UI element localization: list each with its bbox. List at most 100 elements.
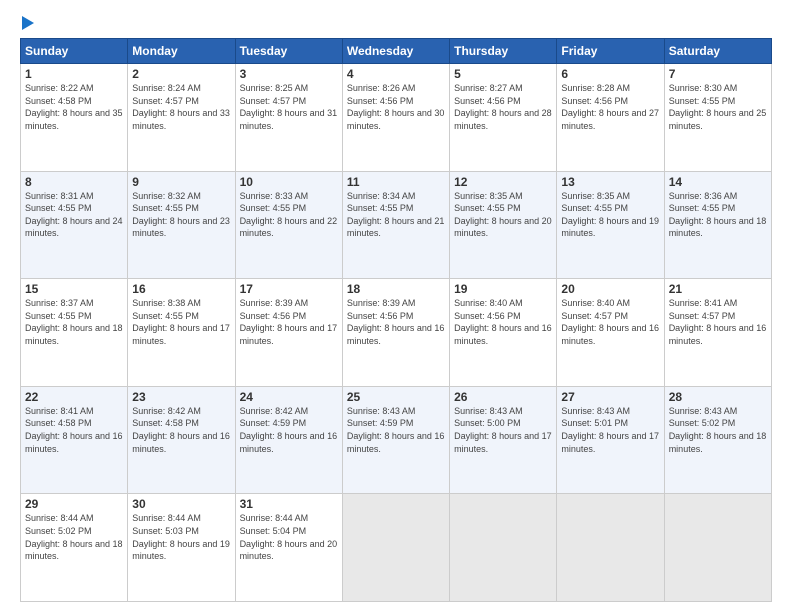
week-row-5: 29Sunrise: 8:44 AMSunset: 5:02 PMDayligh… [21, 494, 772, 602]
calendar-cell: 22Sunrise: 8:41 AMSunset: 4:58 PMDayligh… [21, 386, 128, 494]
calendar-cell [450, 494, 557, 602]
calendar-cell: 8Sunrise: 8:31 AMSunset: 4:55 PMDaylight… [21, 171, 128, 279]
weekday-header-sunday: Sunday [21, 39, 128, 64]
day-number: 2 [132, 67, 230, 81]
day-info: Sunrise: 8:42 AMSunset: 4:59 PMDaylight:… [240, 405, 338, 455]
weekday-header-friday: Friday [557, 39, 664, 64]
calendar-cell: 27Sunrise: 8:43 AMSunset: 5:01 PMDayligh… [557, 386, 664, 494]
day-info: Sunrise: 8:26 AMSunset: 4:56 PMDaylight:… [347, 82, 445, 132]
day-number: 22 [25, 390, 123, 404]
weekday-header-saturday: Saturday [664, 39, 771, 64]
calendar-cell: 28Sunrise: 8:43 AMSunset: 5:02 PMDayligh… [664, 386, 771, 494]
day-number: 15 [25, 282, 123, 296]
calendar-cell: 29Sunrise: 8:44 AMSunset: 5:02 PMDayligh… [21, 494, 128, 602]
calendar-cell: 25Sunrise: 8:43 AMSunset: 4:59 PMDayligh… [342, 386, 449, 494]
day-number: 1 [25, 67, 123, 81]
day-info: Sunrise: 8:42 AMSunset: 4:58 PMDaylight:… [132, 405, 230, 455]
day-info: Sunrise: 8:41 AMSunset: 4:57 PMDaylight:… [669, 297, 767, 347]
calendar-cell [557, 494, 664, 602]
day-number: 21 [669, 282, 767, 296]
calendar-cell: 19Sunrise: 8:40 AMSunset: 4:56 PMDayligh… [450, 279, 557, 387]
day-info: Sunrise: 8:43 AMSunset: 4:59 PMDaylight:… [347, 405, 445, 455]
calendar-cell: 4Sunrise: 8:26 AMSunset: 4:56 PMDaylight… [342, 64, 449, 172]
calendar-cell: 10Sunrise: 8:33 AMSunset: 4:55 PMDayligh… [235, 171, 342, 279]
calendar-cell: 7Sunrise: 8:30 AMSunset: 4:55 PMDaylight… [664, 64, 771, 172]
calendar-cell: 15Sunrise: 8:37 AMSunset: 4:55 PMDayligh… [21, 279, 128, 387]
calendar-cell: 30Sunrise: 8:44 AMSunset: 5:03 PMDayligh… [128, 494, 235, 602]
day-number: 28 [669, 390, 767, 404]
day-number: 31 [240, 497, 338, 511]
calendar-cell: 5Sunrise: 8:27 AMSunset: 4:56 PMDaylight… [450, 64, 557, 172]
day-number: 9 [132, 175, 230, 189]
calendar-cell: 16Sunrise: 8:38 AMSunset: 4:55 PMDayligh… [128, 279, 235, 387]
day-number: 17 [240, 282, 338, 296]
day-info: Sunrise: 8:43 AMSunset: 5:00 PMDaylight:… [454, 405, 552, 455]
weekday-header-row: SundayMondayTuesdayWednesdayThursdayFrid… [21, 39, 772, 64]
day-info: Sunrise: 8:43 AMSunset: 5:02 PMDaylight:… [669, 405, 767, 455]
day-number: 18 [347, 282, 445, 296]
weekday-header-thursday: Thursday [450, 39, 557, 64]
day-info: Sunrise: 8:35 AMSunset: 4:55 PMDaylight:… [561, 190, 659, 240]
calendar-cell: 2Sunrise: 8:24 AMSunset: 4:57 PMDaylight… [128, 64, 235, 172]
day-number: 8 [25, 175, 123, 189]
day-number: 30 [132, 497, 230, 511]
day-info: Sunrise: 8:44 AMSunset: 5:02 PMDaylight:… [25, 512, 123, 562]
day-info: Sunrise: 8:39 AMSunset: 4:56 PMDaylight:… [347, 297, 445, 347]
calendar-cell: 24Sunrise: 8:42 AMSunset: 4:59 PMDayligh… [235, 386, 342, 494]
calendar-cell: 31Sunrise: 8:44 AMSunset: 5:04 PMDayligh… [235, 494, 342, 602]
weekday-header-monday: Monday [128, 39, 235, 64]
calendar-cell: 1Sunrise: 8:22 AMSunset: 4:58 PMDaylight… [21, 64, 128, 172]
day-number: 4 [347, 67, 445, 81]
week-row-2: 8Sunrise: 8:31 AMSunset: 4:55 PMDaylight… [21, 171, 772, 279]
day-info: Sunrise: 8:30 AMSunset: 4:55 PMDaylight:… [669, 82, 767, 132]
day-number: 6 [561, 67, 659, 81]
page: SundayMondayTuesdayWednesdayThursdayFrid… [0, 0, 792, 612]
day-info: Sunrise: 8:34 AMSunset: 4:55 PMDaylight:… [347, 190, 445, 240]
calendar-cell: 6Sunrise: 8:28 AMSunset: 4:56 PMDaylight… [557, 64, 664, 172]
day-number: 11 [347, 175, 445, 189]
day-number: 14 [669, 175, 767, 189]
day-number: 29 [25, 497, 123, 511]
week-row-1: 1Sunrise: 8:22 AMSunset: 4:58 PMDaylight… [21, 64, 772, 172]
day-number: 3 [240, 67, 338, 81]
calendar-cell: 13Sunrise: 8:35 AMSunset: 4:55 PMDayligh… [557, 171, 664, 279]
week-row-4: 22Sunrise: 8:41 AMSunset: 4:58 PMDayligh… [21, 386, 772, 494]
logo-arrow-icon [22, 16, 34, 30]
day-info: Sunrise: 8:39 AMSunset: 4:56 PMDaylight:… [240, 297, 338, 347]
day-number: 24 [240, 390, 338, 404]
calendar-cell: 18Sunrise: 8:39 AMSunset: 4:56 PMDayligh… [342, 279, 449, 387]
day-info: Sunrise: 8:43 AMSunset: 5:01 PMDaylight:… [561, 405, 659, 455]
calendar-cell: 14Sunrise: 8:36 AMSunset: 4:55 PMDayligh… [664, 171, 771, 279]
calendar-table: SundayMondayTuesdayWednesdayThursdayFrid… [20, 38, 772, 602]
weekday-header-wednesday: Wednesday [342, 39, 449, 64]
calendar-cell [342, 494, 449, 602]
day-info: Sunrise: 8:44 AMSunset: 5:04 PMDaylight:… [240, 512, 338, 562]
week-row-3: 15Sunrise: 8:37 AMSunset: 4:55 PMDayligh… [21, 279, 772, 387]
day-number: 7 [669, 67, 767, 81]
calendar-cell: 23Sunrise: 8:42 AMSunset: 4:58 PMDayligh… [128, 386, 235, 494]
calendar-cell: 26Sunrise: 8:43 AMSunset: 5:00 PMDayligh… [450, 386, 557, 494]
day-number: 5 [454, 67, 552, 81]
calendar-cell: 17Sunrise: 8:39 AMSunset: 4:56 PMDayligh… [235, 279, 342, 387]
day-number: 26 [454, 390, 552, 404]
day-info: Sunrise: 8:27 AMSunset: 4:56 PMDaylight:… [454, 82, 552, 132]
day-number: 19 [454, 282, 552, 296]
day-info: Sunrise: 8:38 AMSunset: 4:55 PMDaylight:… [132, 297, 230, 347]
day-info: Sunrise: 8:35 AMSunset: 4:55 PMDaylight:… [454, 190, 552, 240]
day-number: 10 [240, 175, 338, 189]
header [20, 16, 772, 30]
calendar-cell: 20Sunrise: 8:40 AMSunset: 4:57 PMDayligh… [557, 279, 664, 387]
day-info: Sunrise: 8:37 AMSunset: 4:55 PMDaylight:… [25, 297, 123, 347]
day-info: Sunrise: 8:32 AMSunset: 4:55 PMDaylight:… [132, 190, 230, 240]
day-number: 27 [561, 390, 659, 404]
day-info: Sunrise: 8:44 AMSunset: 5:03 PMDaylight:… [132, 512, 230, 562]
day-info: Sunrise: 8:31 AMSunset: 4:55 PMDaylight:… [25, 190, 123, 240]
day-number: 13 [561, 175, 659, 189]
calendar-cell: 12Sunrise: 8:35 AMSunset: 4:55 PMDayligh… [450, 171, 557, 279]
calendar-cell: 3Sunrise: 8:25 AMSunset: 4:57 PMDaylight… [235, 64, 342, 172]
calendar-cell: 9Sunrise: 8:32 AMSunset: 4:55 PMDaylight… [128, 171, 235, 279]
day-info: Sunrise: 8:25 AMSunset: 4:57 PMDaylight:… [240, 82, 338, 132]
day-info: Sunrise: 8:36 AMSunset: 4:55 PMDaylight:… [669, 190, 767, 240]
day-info: Sunrise: 8:40 AMSunset: 4:56 PMDaylight:… [454, 297, 552, 347]
day-info: Sunrise: 8:28 AMSunset: 4:56 PMDaylight:… [561, 82, 659, 132]
